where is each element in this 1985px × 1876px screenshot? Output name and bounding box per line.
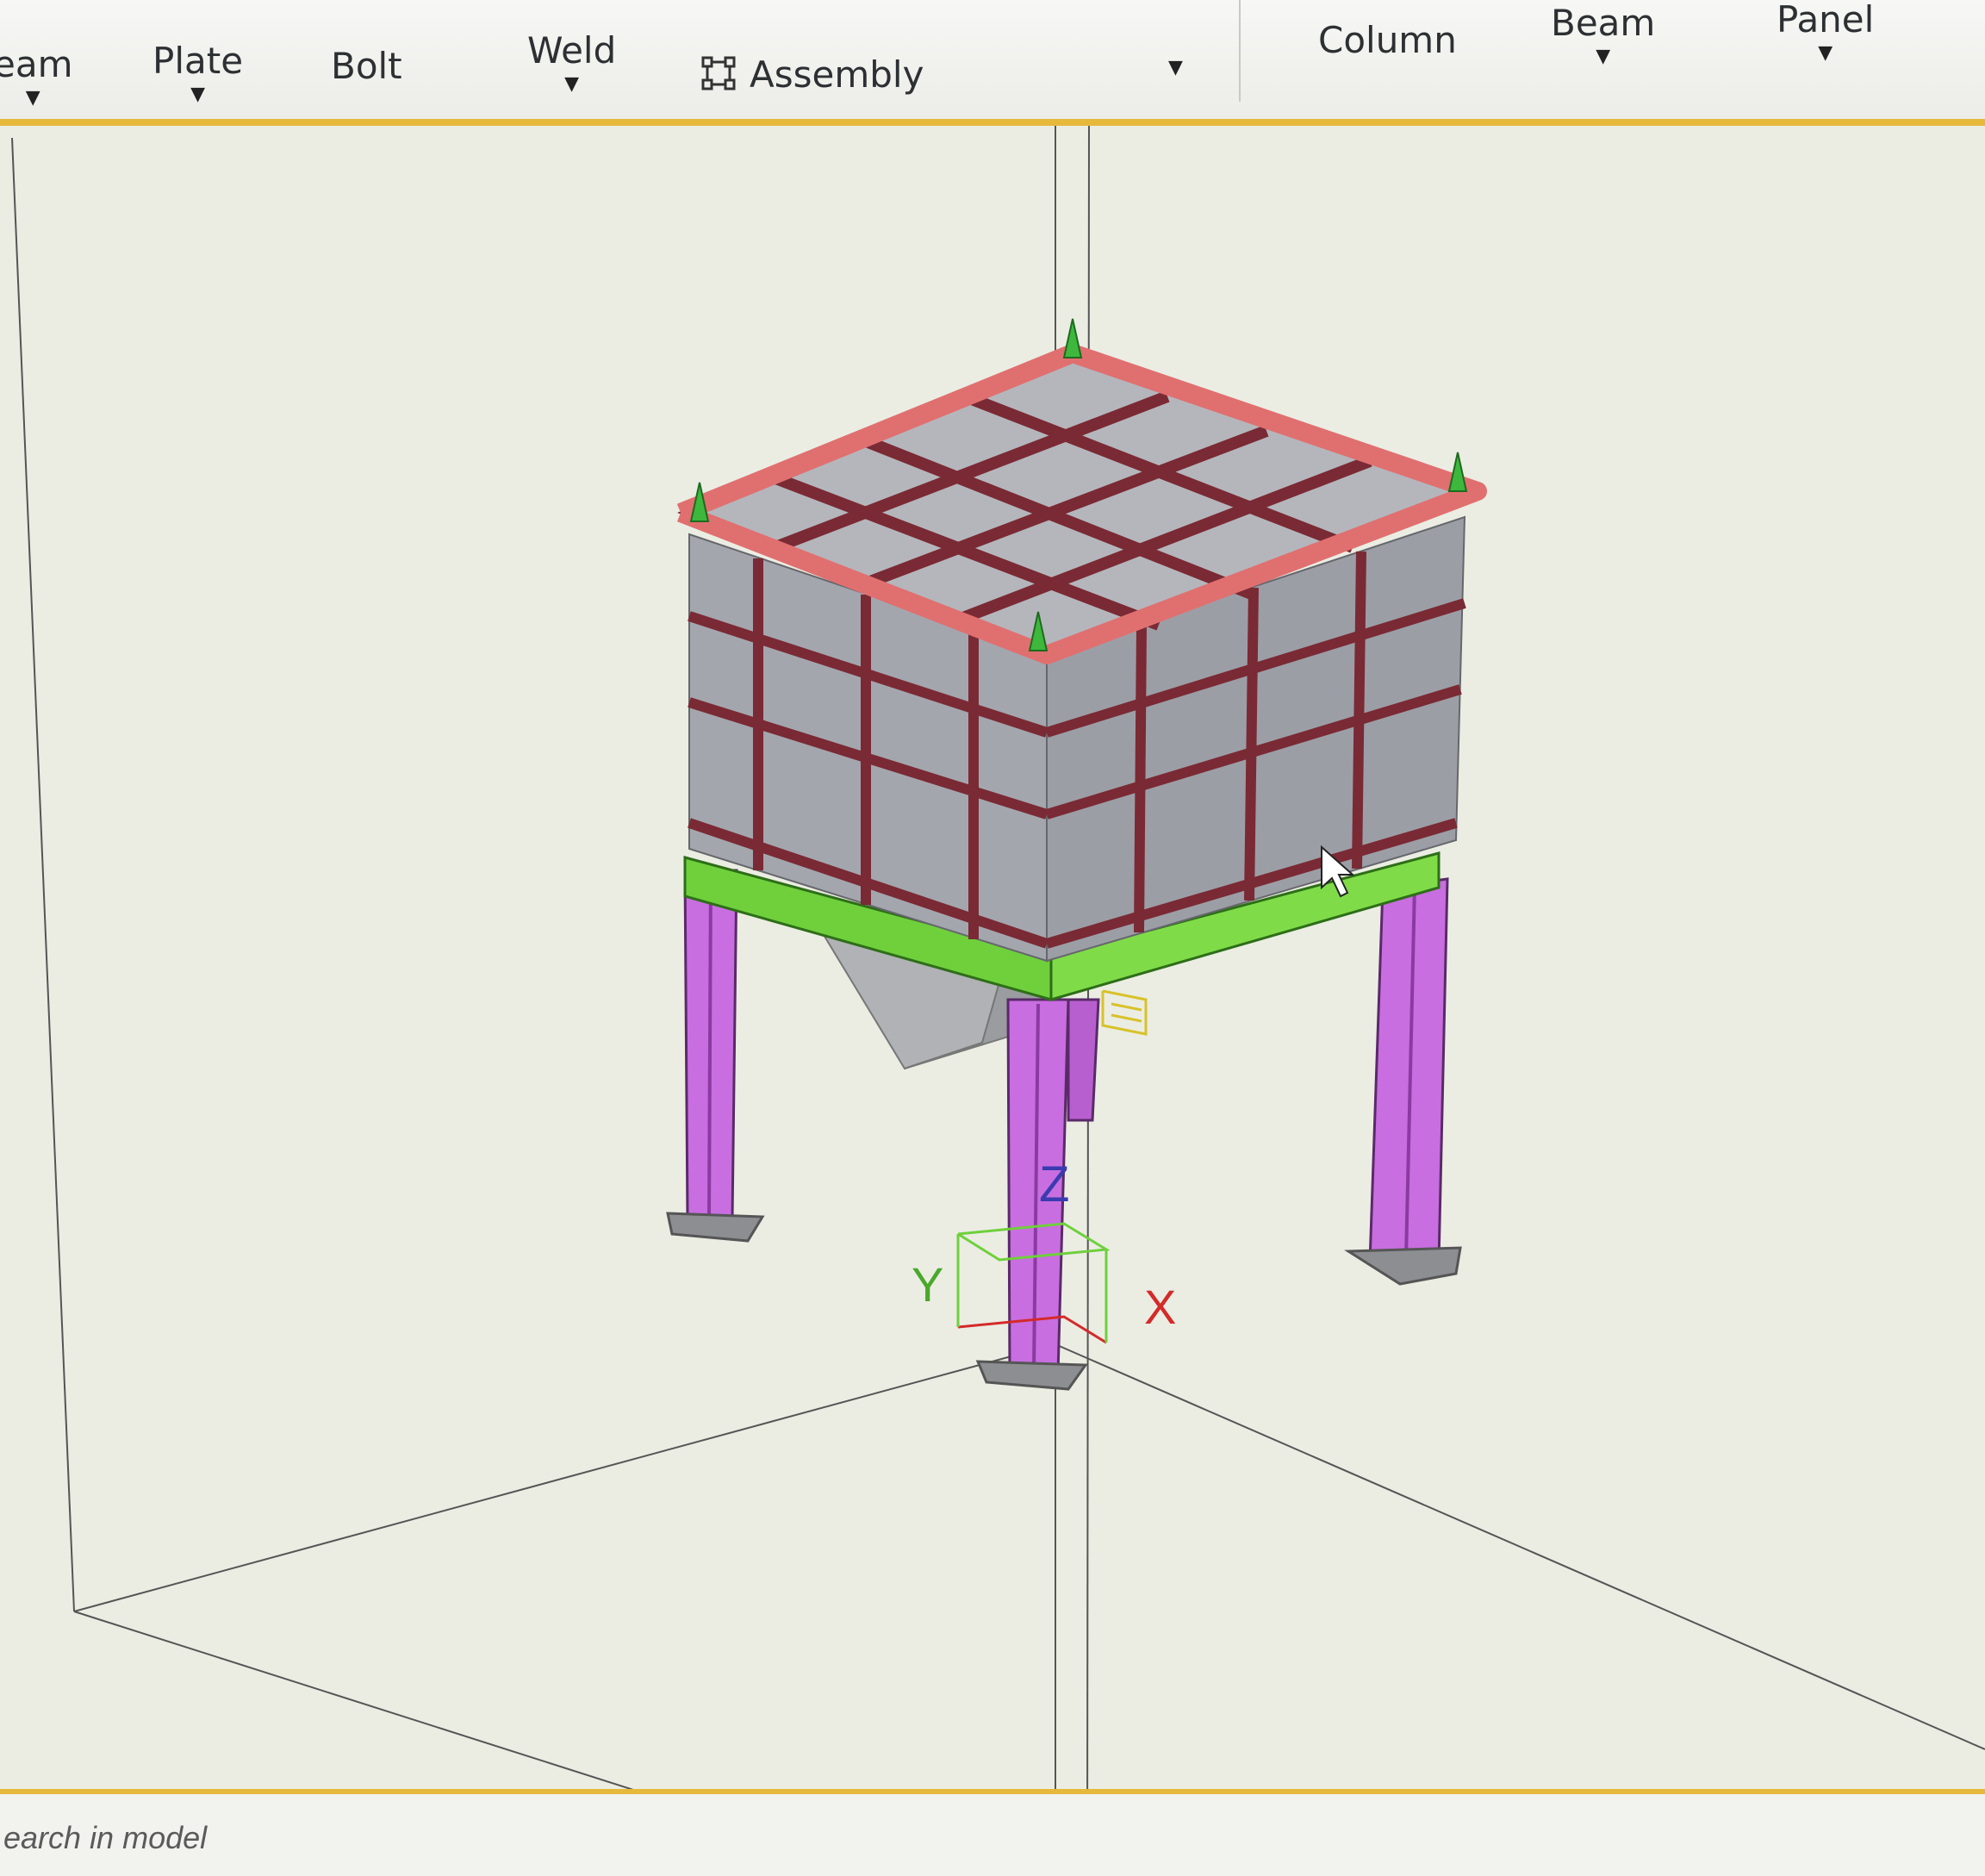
ribbon-separator [1239, 0, 1241, 102]
y-axis-label: Y [912, 1257, 943, 1312]
chevron-down-icon[interactable]: ▼ [1551, 47, 1655, 66]
beam-tool-button[interactable]: Beam ▼ [1551, 2, 1655, 66]
chevron-down-icon[interactable]: ▼ [0, 89, 73, 108]
column-button-label: Column [1318, 19, 1457, 61]
assembly-icon [701, 56, 736, 90]
weld-button-label: Weld [527, 29, 617, 72]
assembly-button-label: Assembly [750, 53, 924, 96]
column-button[interactable]: Column [1318, 19, 1457, 61]
bolt-button[interactable]: Bolt [331, 45, 402, 87]
column-back [1067, 998, 1100, 1122]
status-bar [0, 1789, 1985, 1876]
panel-button[interactable]: Panel ▼ [1777, 0, 1874, 63]
chevron-down-icon[interactable]: ▼ [527, 75, 616, 94]
bolt-button-label: Bolt [331, 45, 402, 87]
model-viewport[interactable]: Z Y X [0, 126, 1985, 1789]
beam-tool-button-label: Beam [1551, 2, 1656, 44]
search-model-input[interactable] [0, 1811, 539, 1865]
x-axis-label: X [1144, 1280, 1176, 1334]
chevron-down-icon[interactable]: ▼ [1777, 44, 1874, 63]
access-ladder[interactable] [1101, 989, 1148, 1036]
ribbon-toolbar: eam ▼ Plate ▼ Bolt Weld ▼ Assembly ▼ Col… [0, 0, 1985, 126]
column-right [1344, 877, 1462, 1286]
panel-button-label: Panel [1777, 0, 1875, 41]
weld-button[interactable]: Weld ▼ [527, 29, 616, 94]
plate-button-label: Plate [152, 40, 244, 82]
assembly-dropdown[interactable]: ▼ [1168, 55, 1183, 78]
column-front-left [666, 869, 765, 1243]
assembly-button[interactable]: Assembly [700, 53, 924, 96]
model-view-canvas[interactable]: Z Y X [0, 126, 1985, 1789]
beam-button[interactable]: eam ▼ [0, 43, 73, 108]
z-axis-label: Z [1039, 1156, 1069, 1212]
plate-button[interactable]: Plate ▼ [152, 40, 243, 104]
chevron-down-icon[interactable]: ▼ [152, 85, 243, 104]
chevron-down-icon[interactable]: ▼ [1168, 59, 1183, 78]
beam-button-label: eam [0, 43, 73, 85]
